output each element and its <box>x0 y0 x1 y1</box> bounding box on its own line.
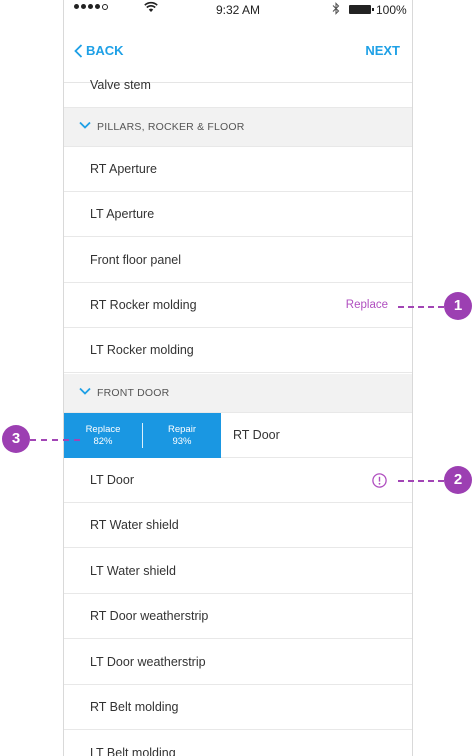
list-item[interactable]: RT Rocker molding Replace <box>64 283 412 328</box>
section-title: PILLARS, ROCKER & FLOOR <box>97 121 245 133</box>
list-item[interactable]: Front floor panel <box>64 238 412 283</box>
list-item[interactable]: LT Door <box>64 458 412 503</box>
back-button[interactable]: BACK <box>74 43 124 58</box>
list-item-label: RT Water shield <box>90 518 179 532</box>
chevron-down-icon <box>79 387 91 395</box>
section-header-front-door[interactable]: FRONT DOOR <box>64 374 412 413</box>
callout-line-3 <box>30 439 80 441</box>
replace-label: Replace <box>85 424 121 435</box>
list-item[interactable]: Valve stem <box>64 63 412 108</box>
replace-swipe-button[interactable]: Replace 82% <box>64 413 142 458</box>
alert-icon[interactable] <box>372 473 387 488</box>
bluetooth-icon <box>332 2 340 15</box>
list-item-label: LT Rocker molding <box>90 343 194 357</box>
status-bar: 9:32 AM 100% <box>64 0 412 20</box>
list-item[interactable]: RT Door weatherstrip <box>64 594 412 639</box>
list-item-label: Valve stem <box>90 78 151 92</box>
list-item[interactable]: LT Rocker molding <box>64 328 412 373</box>
repair-percent: 93% <box>172 436 192 447</box>
list-item-label: LT Aperture <box>90 207 155 221</box>
phone-screen: 9:32 AM 100% BACK NEXT Valve stem PILLAR… <box>63 0 413 756</box>
list-item[interactable]: RT Aperture <box>64 147 412 192</box>
section-title: FRONT DOOR <box>97 387 170 399</box>
battery-percent: 100% <box>376 3 407 17</box>
chevron-left-icon <box>74 43 83 58</box>
list-item-label: RT Door <box>233 428 280 442</box>
list-item[interactable]: RT Water shield <box>64 503 412 548</box>
list-item-label: RT Rocker molding <box>90 298 197 312</box>
list-item-label: RT Door weatherstrip <box>90 609 209 623</box>
list-item-label: Front floor panel <box>90 253 182 267</box>
swipe-actions: Replace 82% Repair 93% <box>64 413 221 458</box>
callout-marker-1: 1 <box>444 292 472 320</box>
list-item[interactable]: LT Water shield <box>64 549 412 594</box>
replace-percent: 82% <box>93 436 113 447</box>
chevron-down-icon <box>79 121 91 129</box>
callout-line-2 <box>398 480 444 482</box>
list-item-swiped[interactable]: Replace 82% Repair 93% RT Door <box>64 413 412 458</box>
list-item-label: LT Water shield <box>90 564 176 578</box>
list-item[interactable]: LT Door weatherstrip <box>64 640 412 685</box>
list-item-label: LT Belt molding <box>90 746 176 756</box>
list-item-label: RT Aperture <box>90 162 157 176</box>
back-label: BACK <box>86 43 124 58</box>
replace-action-label[interactable]: Replace <box>346 283 388 328</box>
callout-line-1 <box>398 306 444 308</box>
swipe-divider <box>142 423 143 448</box>
list-item-label: RT Belt molding <box>90 700 179 714</box>
repair-swipe-button[interactable]: Repair 93% <box>143 413 221 458</box>
list-item[interactable]: LT Belt molding <box>64 731 412 756</box>
list-item-label: LT Door weatherstrip <box>90 655 206 669</box>
list-item[interactable]: LT Aperture <box>64 192 412 237</box>
section-header-pillars[interactable]: PILLARS, ROCKER & FLOOR <box>64 108 412 147</box>
next-button[interactable]: NEXT <box>365 43 400 58</box>
list-item[interactable]: RT Belt molding <box>64 685 412 730</box>
list-item-label: LT Door <box>90 473 135 487</box>
callout-marker-3: 3 <box>2 425 30 453</box>
repair-label: Repair <box>168 424 196 435</box>
battery-icon <box>349 5 374 14</box>
callout-marker-2: 2 <box>444 466 472 494</box>
